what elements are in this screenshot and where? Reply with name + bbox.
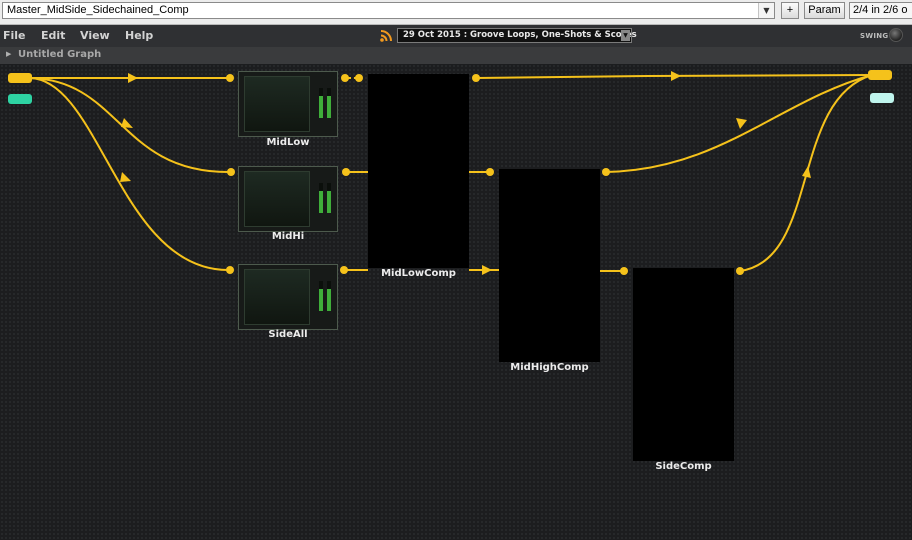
node-label-midlowcomp: MidLowComp [381, 268, 456, 279]
level-meter [319, 281, 323, 311]
plugin-thumbnail [244, 171, 310, 227]
level-meter [327, 183, 331, 213]
node-label-midhi: MidHi [271, 231, 305, 242]
node-label-sideall: SideAll [268, 329, 308, 340]
wire-in-to-sideall [29, 77, 229, 271]
comp-node-sidecomp[interactable] [633, 268, 734, 461]
level-meter [327, 88, 331, 118]
midi-input-pin[interactable] [8, 94, 32, 104]
comp-node-midlowcomp[interactable] [368, 74, 469, 268]
audio-input-pin[interactable] [8, 73, 32, 83]
level-meter [319, 183, 323, 213]
node-label-midlow: MidLow [266, 137, 310, 148]
plugin-node-midlow[interactable] [238, 71, 338, 137]
midi-output-pin[interactable] [870, 93, 894, 103]
level-meter [319, 88, 323, 118]
node-label-sidecomp: SideComp [655, 461, 712, 472]
comp-node-midhighcomp[interactable] [499, 169, 600, 362]
level-meter [327, 281, 331, 311]
node-label-midhighcomp: MidHighComp [510, 362, 589, 373]
plugin-node-sideall[interactable] [238, 264, 338, 330]
plugin-thumbnail [244, 76, 310, 132]
audio-output-pin[interactable] [868, 70, 892, 80]
plugin-thumbnail [244, 269, 310, 325]
plugin-node-midhi[interactable] [238, 166, 338, 232]
